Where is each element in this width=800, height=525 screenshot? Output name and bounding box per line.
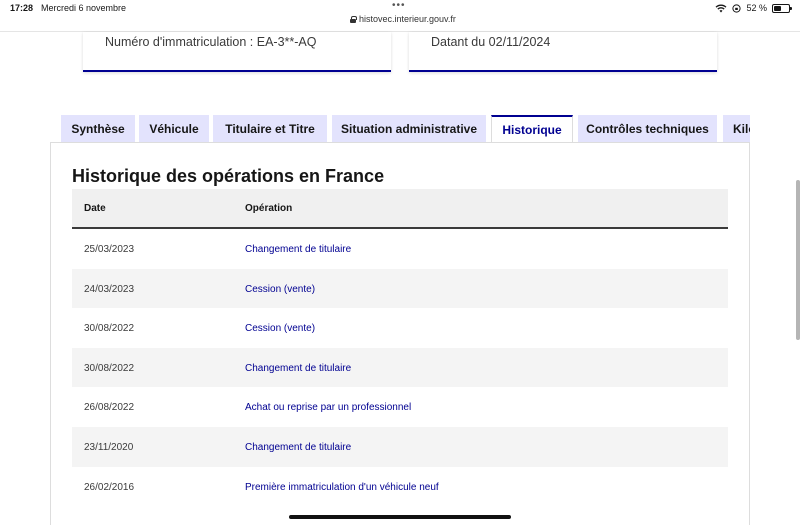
- home-indicator[interactable]: [289, 515, 511, 519]
- tab-kilometrage[interactable]: Kilo: [723, 115, 750, 143]
- row-operation-link[interactable]: Achat ou reprise par un professionnel: [245, 402, 411, 413]
- tab-situation-administrative[interactable]: Situation administrative: [332, 115, 486, 143]
- address-url: histovec.interieur.gouv.fr: [359, 14, 456, 24]
- report-date-card: Datant du 02/11/2024: [409, 32, 717, 72]
- registration-card: Numéro d'immatriculation : EA-3**-AQ: [83, 32, 391, 72]
- tab-controles-techniques[interactable]: Contrôles techniques: [578, 115, 717, 143]
- row-date: 23/11/2020: [84, 441, 134, 453]
- status-right: 52 %: [715, 3, 792, 13]
- tab-bar: Synthèse Véhicule Titulaire et Titre Sit…: [50, 115, 750, 143]
- table-row: 30/08/2022 Changement de titulaire: [72, 347, 728, 388]
- row-operation-link[interactable]: Changement de titulaire: [245, 442, 351, 453]
- row-operation-link[interactable]: Cession (vente): [245, 284, 315, 295]
- tab-titulaire-et-titre[interactable]: Titulaire et Titre: [213, 115, 327, 143]
- row-date: 30/08/2022: [84, 323, 135, 335]
- registration-text: Numéro d'immatriculation : EA-3**-AQ: [105, 35, 317, 49]
- battery-percent: 52 %: [746, 3, 767, 13]
- row-operation-link[interactable]: Changement de titulaire: [245, 244, 351, 255]
- table-row: 26/08/2022 Achat ou reprise par un profe…: [72, 387, 728, 427]
- multitask-dots-icon[interactable]: •••: [392, 0, 406, 11]
- row-date: 26/02/2016: [84, 481, 135, 493]
- row-date: 30/08/2022: [84, 362, 135, 374]
- orientation-lock-icon: [732, 3, 742, 13]
- column-header-date: Date: [84, 203, 106, 214]
- table-row: 26/02/2016 Première immatriculation d'un…: [72, 466, 728, 507]
- row-operation-link[interactable]: Changement de titulaire: [245, 363, 351, 374]
- row-operation-link[interactable]: Première immatriculation d'un véhicule n…: [245, 482, 439, 493]
- battery-icon: [772, 3, 792, 13]
- column-header-operation: Opération: [245, 203, 293, 214]
- table-row: 24/03/2023 Cession (vente): [72, 268, 728, 309]
- table-row: 25/03/2023 Changement de titulaire: [72, 229, 728, 269]
- row-date: 24/03/2023: [84, 283, 135, 295]
- browser-page: 17:28 Mercredi 6 novembre ••• histovec.i…: [0, 0, 800, 525]
- history-table: Date Opération 25/03/2023 Changement de …: [72, 189, 728, 507]
- status-time: 17:28: [10, 3, 34, 13]
- report-date-text: Datant du 02/11/2024: [431, 35, 551, 49]
- table-row: 30/08/2022 Cession (vente): [72, 308, 728, 348]
- tab-synthese[interactable]: Synthèse: [61, 115, 135, 143]
- table-header: Date Opération: [72, 189, 728, 229]
- scrollbar[interactable]: [796, 180, 800, 340]
- address-bar[interactable]: histovec.interieur.gouv.fr: [350, 14, 456, 24]
- status-bar: 17:28 Mercredi 6 novembre ••• histovec.i…: [0, 0, 800, 24]
- status-date: Mercredi 6 novembre: [41, 3, 127, 13]
- row-date: 25/03/2023: [84, 244, 135, 255]
- tab-historique[interactable]: Historique: [491, 115, 573, 143]
- row-operation-link[interactable]: Cession (vente): [245, 323, 315, 334]
- table-row: 23/11/2020 Changement de titulaire: [72, 426, 728, 467]
- lock-icon: [350, 15, 357, 23]
- row-date: 26/08/2022: [84, 402, 135, 414]
- page-title: Historique des opérations en France: [72, 166, 385, 186]
- tab-vehicule[interactable]: Véhicule: [139, 115, 209, 143]
- table-body: 25/03/2023 Changement de titulaire 24/03…: [72, 229, 728, 507]
- wifi-icon: [716, 4, 727, 12]
- battery-level: [774, 5, 782, 11]
